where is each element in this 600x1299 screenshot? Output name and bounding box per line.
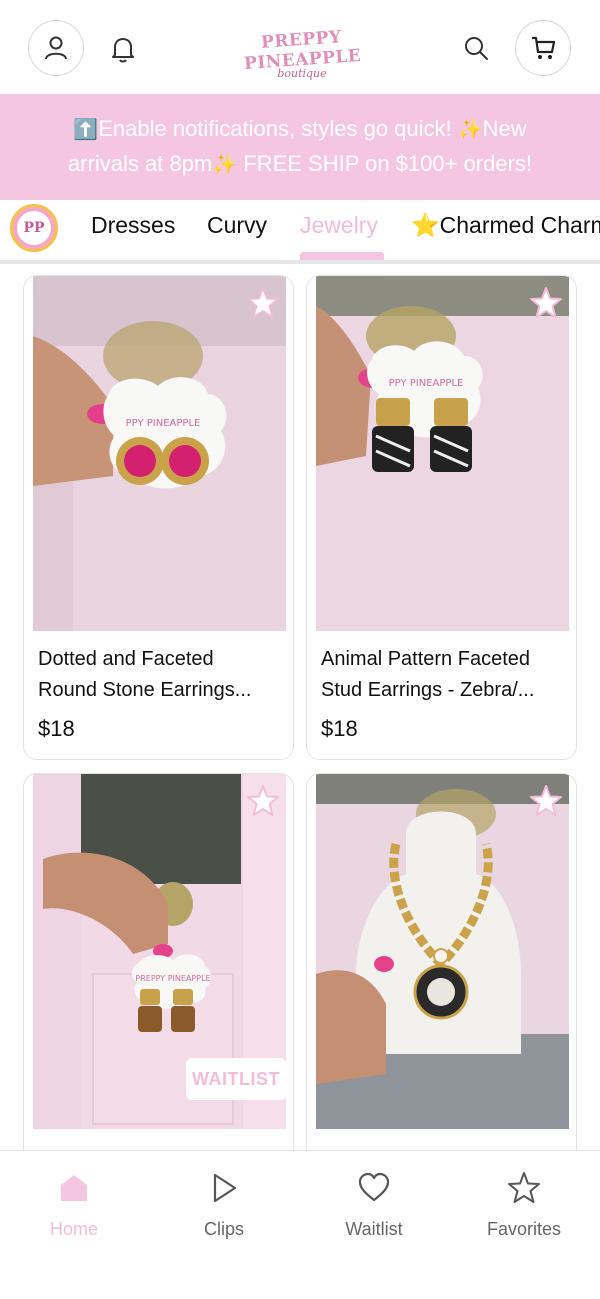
cart-button[interactable] xyxy=(515,20,571,76)
product-image[interactable]: PPY PINEAPPLE xyxy=(316,276,569,631)
photo-sign-text: PPY PINEAPPLE xyxy=(126,418,201,429)
nav-favorites[interactable]: Favorites xyxy=(464,1171,584,1251)
favorite-star-icon[interactable] xyxy=(246,784,280,818)
home-icon xyxy=(61,1175,87,1201)
product-title[interactable]: Animal Pattern Faceted Stud Earrings - Z… xyxy=(321,644,561,706)
announcement-banner[interactable]: ⬆️Enable notifications, styles go quick!… xyxy=(0,94,600,200)
product-price: $18 xyxy=(321,716,358,741)
product-card[interactable] xyxy=(306,773,577,1193)
product-title-line1: Dotted and Faceted xyxy=(38,648,214,670)
brand-logo[interactable]: PREPPY PINEAPPLE boutique xyxy=(232,27,372,80)
banner-text-3: arrivals at 8pm xyxy=(67,151,213,176)
play-icon xyxy=(213,1173,237,1203)
product-title-line1: Animal Pattern Faceted xyxy=(321,648,530,670)
profile-button[interactable] xyxy=(28,20,84,76)
nav-waitlist[interactable]: Waitlist xyxy=(314,1171,434,1251)
nav-home[interactable]: Home xyxy=(14,1171,134,1251)
product-price: $18 xyxy=(38,716,75,741)
waitlist-tag[interactable]: WAITLIST xyxy=(186,1058,286,1100)
notifications-button[interactable] xyxy=(103,29,143,69)
heart-icon xyxy=(358,1172,390,1202)
favorite-star-icon[interactable] xyxy=(529,286,563,320)
product-card[interactable]: PPY PINEAPPLE Dotted and Faceted Round S… xyxy=(23,275,294,760)
banner-line2: arrivals at 8pm✨ FREE SHIP on $100+ orde… xyxy=(24,147,576,182)
photo-sign-text: PREPPY PINEAPPLE xyxy=(135,974,210,983)
favorite-star-icon[interactable] xyxy=(529,784,563,818)
star-icon xyxy=(508,1172,540,1203)
nav-clips-label: Clips xyxy=(203,1219,244,1239)
nav-favorites-label: Favorites xyxy=(486,1219,562,1239)
up-arrow-icon: ⬆️ xyxy=(73,119,99,141)
favorite-star-icon[interactable] xyxy=(246,286,280,320)
product-image[interactable] xyxy=(316,774,569,1129)
nav-waitlist-label: Waitlist xyxy=(345,1219,403,1239)
banner-text-2: New xyxy=(482,116,527,141)
product-title[interactable]: Dotted and Faceted Round Stone Earrings.… xyxy=(38,644,278,706)
cart-icon xyxy=(532,36,556,59)
app-header: PREPPY PINEAPPLE boutique xyxy=(0,0,600,94)
active-tab-indicator xyxy=(300,252,384,260)
banner-line1: ⬆️Enable notifications, styles go quick!… xyxy=(24,112,576,147)
search-icon xyxy=(465,37,488,60)
nav-home-label: Home xyxy=(49,1219,98,1239)
nav-clips[interactable]: Clips xyxy=(164,1171,284,1251)
product-card[interactable]: PPY PINEAPPLE Animal Pattern Faceted Stu… xyxy=(306,275,577,760)
product-title-line2: Round Stone Earrings... xyxy=(38,679,252,701)
tabs-divider xyxy=(0,260,600,264)
brand-badge[interactable]: PP xyxy=(10,204,58,252)
sparkles-icon: ✨ xyxy=(457,119,483,141)
badge-text: PP xyxy=(17,211,51,245)
product-image[interactable]: PREPPY PINEAPPLE WAITLIST xyxy=(33,774,286,1129)
product-card[interactable]: PREPPY PINEAPPLE WAITLIST xyxy=(23,773,294,1193)
banner-text-4: FREE SHIP on $100+ orders! xyxy=(237,151,533,176)
tab-curvy[interactable]: Curvy xyxy=(207,208,267,242)
search-button[interactable] xyxy=(456,28,496,68)
banner-text-1: Enable notifications, styles go quick! xyxy=(98,116,458,141)
sparkles-icon: ✨ xyxy=(212,154,238,176)
tab-jewelry[interactable]: Jewelry xyxy=(300,208,378,242)
bell-icon xyxy=(112,38,134,63)
profile-icon xyxy=(45,36,67,60)
tab-charmed-charms[interactable]: ⭐Charmed Charms xyxy=(411,208,600,242)
product-image[interactable]: PPY PINEAPPLE xyxy=(33,276,286,631)
bottom-navigation: Home Clips Waitlist Favorites xyxy=(0,1150,600,1299)
product-title-line2: Stud Earrings - Zebra/... xyxy=(321,679,535,701)
tab-dresses[interactable]: Dresses xyxy=(91,208,175,242)
photo-sign-text: PPY PINEAPPLE xyxy=(389,378,464,389)
